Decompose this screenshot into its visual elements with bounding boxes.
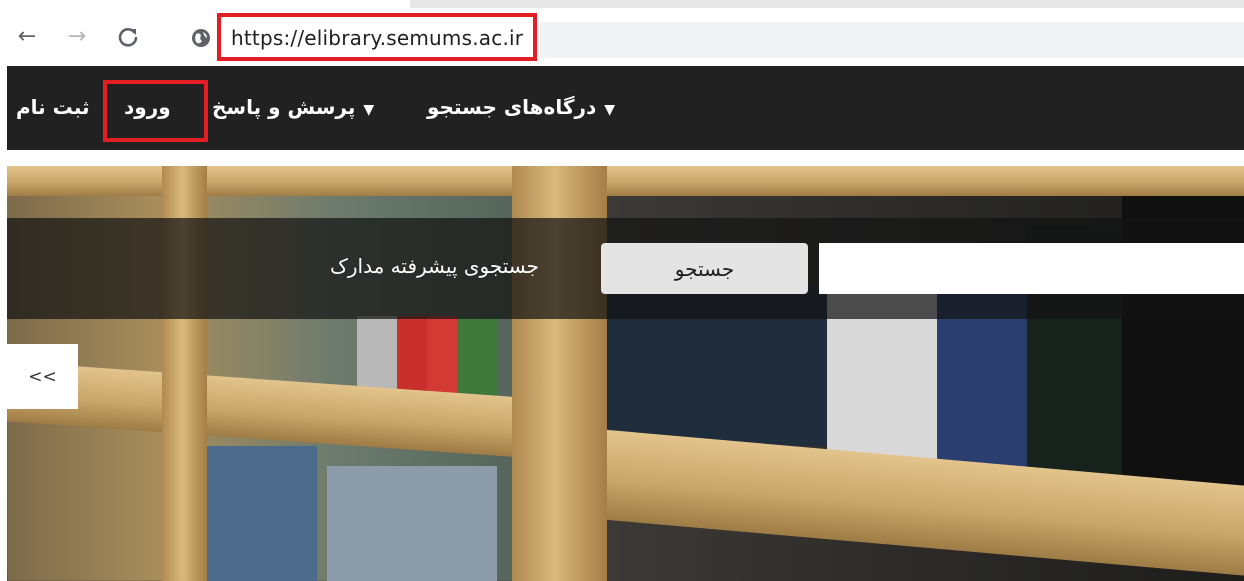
- sidebar-toggle-button[interactable]: <<: [7, 344, 78, 409]
- nav-portals-label: درگاه‌های جستجو: [427, 95, 597, 119]
- tab-strip: [410, 0, 1244, 8]
- reload-icon[interactable]: [113, 22, 143, 52]
- book-spine: [327, 466, 497, 581]
- caret-down-icon: ▼: [604, 102, 616, 118]
- nav-signup-link[interactable]: ثبت نام: [16, 92, 90, 122]
- url-text[interactable]: https://elibrary.semums.ac.ir: [231, 26, 523, 50]
- search-button[interactable]: جستجو: [601, 243, 808, 294]
- nav-login-link[interactable]: ورود: [124, 92, 171, 122]
- search-input[interactable]: [819, 243, 1244, 294]
- address-bar-background[interactable]: [537, 22, 1244, 58]
- nav-qa-menu[interactable]: ▼ پرسش و پاسخ: [212, 92, 374, 122]
- advanced-search-link[interactable]: جستجوی پیشرفته مدارک: [330, 254, 539, 278]
- arrow-left-icon[interactable]: ←: [12, 22, 42, 52]
- caret-down-icon: ▼: [363, 102, 375, 118]
- browser-toolbar: ← → https://elibrary.semums.ac.ir: [0, 0, 1244, 66]
- arrow-right-icon[interactable]: →: [62, 22, 92, 52]
- nav-search-portals-menu[interactable]: ▼ درگاه‌های جستجو: [427, 92, 615, 122]
- globe-icon[interactable]: [190, 27, 212, 49]
- nav-qa-label: پرسش و پاسخ: [212, 95, 356, 119]
